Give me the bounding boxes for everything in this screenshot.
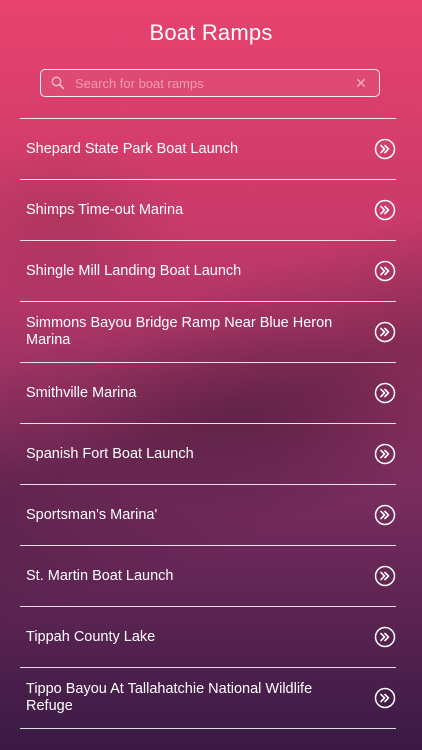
list-item-label: Tippo Bayou At Tallahatchie National Wil… [26, 681, 313, 714]
list-item-label: Spanish Fort Boat Launch [26, 445, 194, 462]
list-item[interactable]: Sportsman's Marina' [20, 485, 396, 546]
double-chevron-right-icon[interactable] [374, 504, 396, 526]
list-item[interactable]: Shimps Time-out Marina [20, 180, 396, 241]
list-item-label: Shepard State Park Boat Launch [26, 140, 239, 157]
double-chevron-right-icon[interactable] [374, 138, 396, 160]
double-chevron-right-icon[interactable] [374, 199, 396, 221]
list-item[interactable]: Tippah County Lake [20, 607, 396, 668]
list-item[interactable]: Shingle Mill Landing Boat Launch [20, 241, 396, 302]
search-bar[interactable]: ✕ [40, 69, 380, 97]
boat-ramp-list: Shepard State Park Boat Launch Shimps Ti… [20, 118, 396, 729]
list-item-label: Simmons Bayou Bridge Ramp Near Blue Hero… [26, 315, 333, 348]
page-title: Boat Ramps [149, 20, 273, 45]
list-item[interactable]: St. Martin Boat Launch [20, 546, 396, 607]
list-item[interactable]: Spanish Fort Boat Launch [20, 424, 396, 485]
double-chevron-right-icon[interactable] [374, 565, 396, 587]
list-item[interactable]: Shepard State Park Boat Launch [20, 119, 396, 180]
double-chevron-right-icon[interactable] [374, 321, 396, 343]
close-icon[interactable]: ✕ [349, 75, 373, 92]
list-item-label: Smithville Marina [26, 384, 137, 401]
list-item[interactable]: Smithville Marina [20, 363, 396, 424]
list-item[interactable]: Tippo Bayou At Tallahatchie National Wil… [20, 668, 396, 729]
double-chevron-right-icon[interactable] [374, 626, 396, 648]
list-item-label: Shimps Time-out Marina [26, 201, 184, 218]
double-chevron-right-icon[interactable] [374, 260, 396, 282]
list-item-label: Sportsman's Marina' [26, 506, 158, 523]
double-chevron-right-icon[interactable] [374, 443, 396, 465]
search-icon [51, 76, 65, 90]
list-item-label: Tippah County Lake [26, 628, 156, 645]
double-chevron-right-icon[interactable] [374, 382, 396, 404]
list-item-label: St. Martin Boat Launch [26, 567, 174, 584]
list-item[interactable]: Simmons Bayou Bridge Ramp Near Blue Hero… [20, 302, 396, 363]
list-item-label: Shingle Mill Landing Boat Launch [26, 262, 242, 279]
double-chevron-right-icon[interactable] [374, 687, 396, 709]
search-input[interactable] [65, 70, 349, 96]
